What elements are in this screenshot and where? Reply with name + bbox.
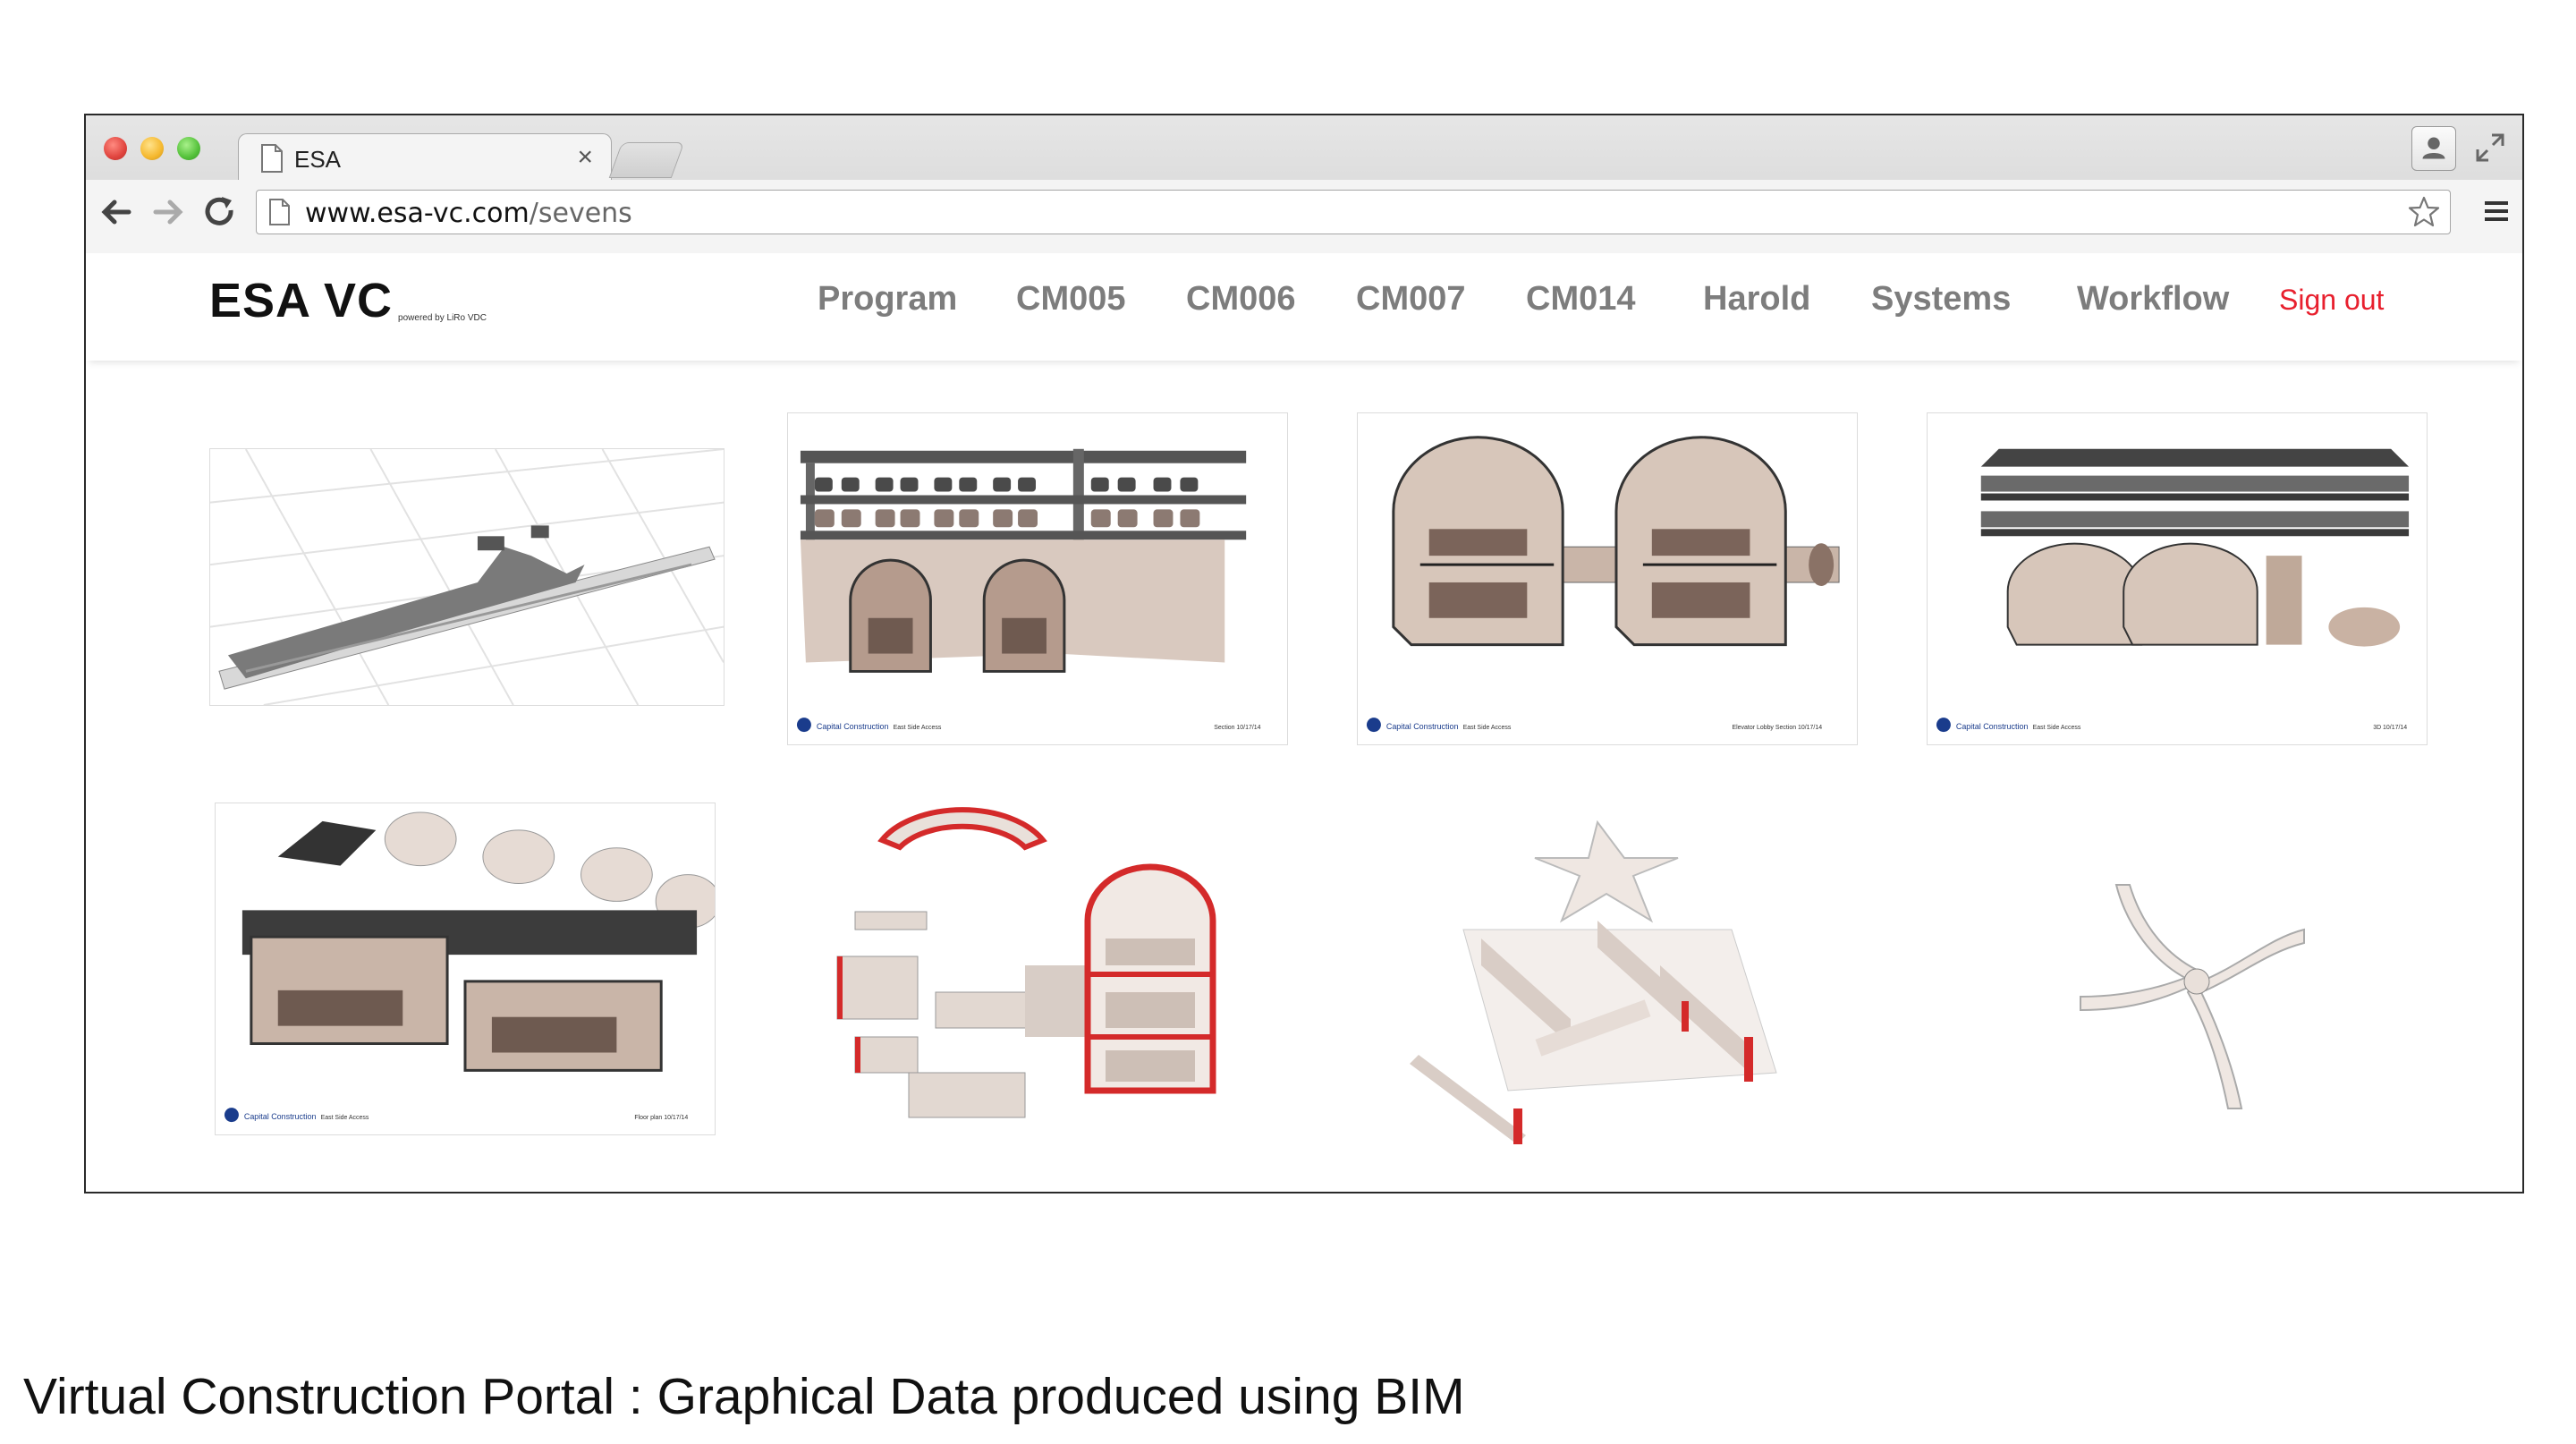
thumb-footer-project: East Side Access <box>321 1115 369 1121</box>
nav-workflow[interactable]: Workflow <box>2077 280 2229 319</box>
nav-cm006[interactable]: CM006 <box>1186 280 1296 319</box>
thumb-footer-brand: Capital Construction <box>1386 722 1459 731</box>
slide-caption: Virtual Construction Portal : Graphical … <box>23 1368 1465 1425</box>
bookmark-star-icon[interactable] <box>2407 195 2441 229</box>
minimize-window-button[interactable] <box>140 137 164 160</box>
cross-bracing-image <box>1946 831 2447 1171</box>
logo-text: ESA VC <box>209 274 394 327</box>
logo-subtitle: powered by LiRo VDC <box>398 313 487 323</box>
url-host: www.esa-vc.com <box>305 198 530 229</box>
browser-tab[interactable]: ESA × <box>238 133 612 180</box>
section-image: Capital Construction East Side Access Se… <box>788 413 1287 744</box>
page-icon <box>261 144 283 173</box>
address-bar[interactable]: www.esa-vc.com/sevens <box>256 190 2451 234</box>
thumbnail-exploded-structure[interactable] <box>1356 804 1857 1162</box>
thumb-footer-project: East Side Access <box>894 725 942 731</box>
nav-cm005[interactable]: CM005 <box>1016 280 1126 319</box>
site-logo[interactable]: ESA VC powered by LiRo VDC <box>209 273 487 328</box>
thumbnail-floor-plan[interactable]: Capital Construction East Side Access Fl… <box>215 803 716 1135</box>
thumb-footer-project: East Side Access <box>2033 725 2081 731</box>
nav-program[interactable]: Program <box>818 280 957 319</box>
nav-cm007[interactable]: CM007 <box>1356 280 1466 319</box>
nav-systems[interactable]: Systems <box>1871 280 2011 319</box>
thumb-footer-date: Section 10/17/14 <box>1214 725 1260 731</box>
new-tab-button[interactable] <box>608 142 685 178</box>
profile-button[interactable] <box>2411 126 2456 171</box>
tab-title: ESA <box>294 146 342 173</box>
reload-icon[interactable] <box>202 194 238 230</box>
page-icon <box>269 199 290 225</box>
site-plan-image <box>210 449 724 705</box>
browser-toolbar: www.esa-vc.com/sevens <box>86 180 2522 253</box>
person-icon <box>2422 137 2445 159</box>
thumb-footer-brand: Capital Construction <box>244 1112 317 1121</box>
thumb-footer-brand: Capital Construction <box>1956 722 2029 731</box>
thumb-footer-brand: Capital Construction <box>817 722 889 731</box>
forward-arrow-icon[interactable] <box>150 194 186 230</box>
3d-view-image: Capital Construction East Side Access 3D… <box>1928 413 2427 744</box>
thumbnail-site-plan[interactable] <box>209 448 724 706</box>
thumb-footer-date: Floor plan 10/17/14 <box>634 1115 688 1121</box>
nav-cm014[interactable]: CM014 <box>1526 280 1636 319</box>
browser-chrome: ESA × www.esa-vc.com/sevens <box>86 115 2522 254</box>
thumb-footer-date: 3D 10/17/14 <box>2373 725 2407 731</box>
thumbnail-3d-view[interactable]: Capital Construction East Side Access 3D… <box>1927 412 2428 745</box>
thumbnail-exploded-cavern[interactable] <box>801 804 1275 1162</box>
thumb-footer-project: East Side Access <box>1463 725 1512 731</box>
thumbnail-elevator-lobby[interactable]: Capital Construction East Side Access El… <box>1357 412 1858 745</box>
url-path: /sevens <box>529 198 632 229</box>
thumbnail-cross-bracing[interactable] <box>1946 831 2447 1171</box>
site-header: ESA VC powered by LiRo VDC Program CM005 … <box>86 253 2522 361</box>
browser-window: ESA × www.esa-vc.com/sevens ESA VC power… <box>84 114 2524 1193</box>
sign-out-link[interactable]: Sign out <box>2279 284 2384 317</box>
exploded-structure-image <box>1356 804 1857 1162</box>
tab-close-icon[interactable]: × <box>577 142 593 173</box>
thumbnail-section[interactable]: Capital Construction East Side Access Se… <box>787 412 1288 745</box>
close-window-button[interactable] <box>104 137 127 160</box>
elevator-lobby-image: Capital Construction East Side Access El… <box>1358 413 1857 744</box>
zoom-window-button[interactable] <box>177 137 200 160</box>
nav-harold[interactable]: Harold <box>1703 280 1810 319</box>
exploded-cavern-image <box>801 804 1275 1162</box>
floor-plan-image: Capital Construction East Side Access Fl… <box>216 803 715 1134</box>
thumb-footer-date: Elevator Lobby Section 10/17/14 <box>1733 725 1823 731</box>
fullscreen-icon[interactable] <box>2474 132 2506 164</box>
back-arrow-icon[interactable] <box>98 194 134 230</box>
menu-icon[interactable] <box>2483 198 2510 225</box>
url-text: www.esa-vc.com/sevens <box>305 198 632 229</box>
